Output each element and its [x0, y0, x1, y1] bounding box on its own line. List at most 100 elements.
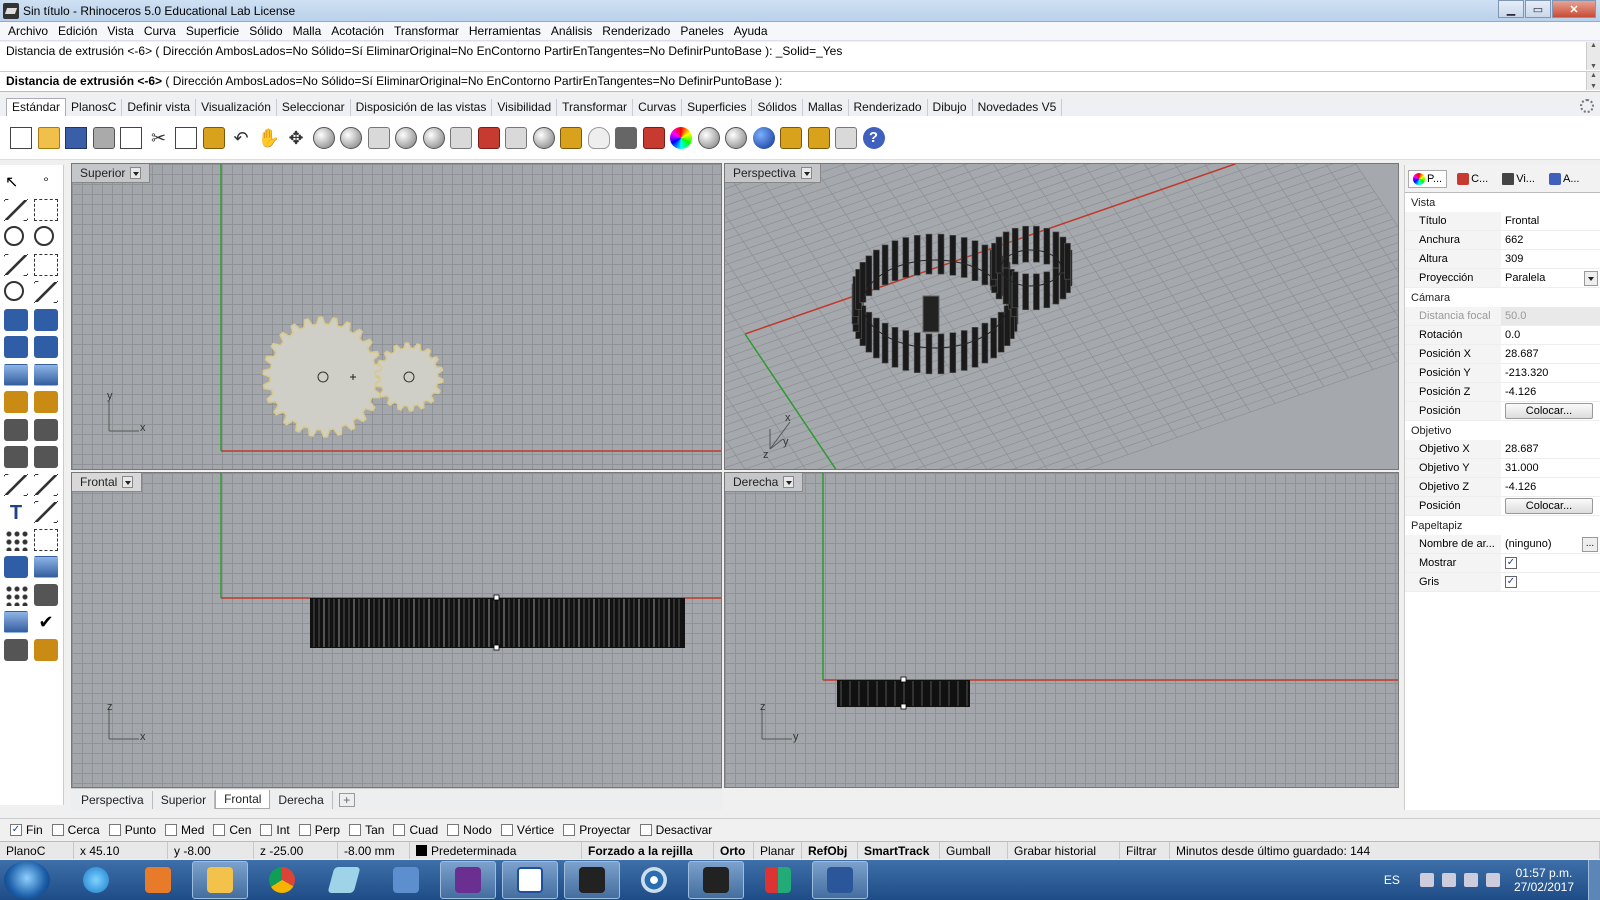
new-file-icon[interactable] [10, 126, 32, 149]
osnap-9[interactable]: Nodo [447, 823, 492, 837]
status-cplane[interactable]: PlanoC [0, 842, 74, 859]
zoom-window-icon[interactable] [340, 126, 362, 149]
osnap-checkbox[interactable] [165, 823, 178, 836]
menu-ayuda[interactable]: Ayuda [729, 24, 773, 38]
tab-mallas[interactable]: Mallas [803, 99, 849, 116]
align-icon[interactable] [34, 583, 58, 606]
grid-icon[interactable] [34, 556, 58, 578]
menu-transformar[interactable]: Transformar [389, 24, 464, 38]
viewport-label-perspectiva[interactable]: Perspectiva [725, 164, 821, 183]
minimize-button[interactable]: ▁ [1498, 0, 1524, 18]
prop-row-posz[interactable]: Posición Z -4.126 [1405, 383, 1600, 402]
circle-icon[interactable] [4, 226, 24, 246]
prop-row-altura[interactable]: Altura 309 [1405, 250, 1600, 269]
viewport-label-superior[interactable]: Superior [72, 164, 151, 183]
osnap-checkbox[interactable] [447, 823, 460, 836]
command-history-scrollbar[interactable]: ▲ ▼ [1586, 42, 1600, 70]
offset-icon[interactable] [4, 473, 28, 496]
select-lights-icon[interactable] [505, 126, 527, 149]
prop-row-proyeccion[interactable]: Proyección Paralela [1405, 269, 1600, 288]
taskbar-app8[interactable] [502, 861, 558, 899]
taskbar-media[interactable] [130, 861, 186, 899]
mostrar-checkbox[interactable]: ✓ [1505, 557, 1517, 569]
tab-novedades-v5[interactable]: Novedades V5 [973, 99, 1063, 116]
point-icon[interactable]: ∘ [34, 171, 58, 193]
menu-paneles[interactable]: Paneles [675, 24, 728, 38]
prop-row-gris[interactable]: Gris ✓ [1405, 573, 1600, 592]
menu-analisis[interactable]: Análisis [546, 24, 597, 38]
prop-value-posy[interactable]: -213.320 [1501, 364, 1600, 382]
prop-value-posz[interactable]: -4.126 [1501, 383, 1600, 401]
osnap-checkbox[interactable] [349, 823, 362, 836]
taskbar-app12[interactable] [750, 861, 806, 899]
zoom-selected-icon[interactable] [395, 126, 417, 149]
taskbar-app6[interactable] [378, 861, 434, 899]
chevron-down-icon[interactable] [800, 167, 812, 179]
panel-tab-help[interactable]: A... [1545, 171, 1584, 187]
menu-acotacion[interactable]: Acotación [326, 24, 389, 38]
tab-solidos[interactable]: Sólidos [752, 99, 803, 116]
tray-volume-icon[interactable] [1485, 873, 1500, 887]
tab-seleccionar[interactable]: Seleccionar [277, 99, 351, 116]
curve-cv-icon[interactable] [34, 198, 58, 221]
cplane-icon[interactable] [532, 126, 555, 149]
vptab-frontal[interactable]: Frontal [215, 790, 271, 809]
extruded-gears-3d[interactable] [851, 225, 1073, 375]
page-layout-icon[interactable] [120, 126, 142, 149]
status-osnap[interactable]: RefObj [802, 842, 858, 859]
rectangle-icon[interactable] [34, 253, 58, 276]
extrude-surface-icon[interactable] [34, 308, 58, 331]
point-grid-icon[interactable] [4, 583, 28, 606]
taskbar-app10[interactable] [626, 861, 682, 899]
gear-side-elevation[interactable] [837, 680, 970, 707]
osnap-checkbox[interactable] [393, 823, 406, 836]
tab-superficies[interactable]: Superficies [682, 99, 753, 116]
status-grid-snap[interactable]: Forzado a la rejilla [582, 842, 714, 859]
prop-row-rotacion[interactable]: Rotación 0.0 [1405, 326, 1600, 345]
prop-row-posx[interactable]: Posición X 28.687 [1405, 345, 1600, 364]
tab-dibujo[interactable]: Dibujo [928, 99, 973, 116]
status-planar[interactable]: Planar [754, 842, 802, 859]
command-prompt-scrollbar[interactable]: ▲ ▼ [1586, 72, 1600, 90]
target-place-button[interactable]: Colocar... [1505, 498, 1593, 514]
control-point-top[interactable] [493, 594, 500, 601]
shaded-sphere-icon[interactable] [697, 126, 720, 149]
prop-row-mostrar[interactable]: Mostrar ✓ [1405, 554, 1600, 573]
arc-icon[interactable] [4, 253, 28, 276]
osnap-checkbox[interactable] [108, 823, 121, 836]
osnap-3[interactable]: Med [165, 823, 204, 837]
text-icon[interactable]: T [4, 501, 28, 524]
viewport-perspectiva[interactable]: Perspectiva x y z [724, 163, 1399, 470]
osnap-checkbox[interactable] [260, 823, 273, 836]
print-icon[interactable] [92, 126, 115, 149]
taskbar-ie[interactable] [68, 861, 124, 899]
object-snap-icon[interactable] [560, 126, 582, 149]
menu-renderizado[interactable]: Renderizado [597, 24, 675, 38]
osnap-4[interactable]: Cen [213, 823, 251, 837]
taskbar-rhino-1[interactable] [564, 861, 620, 899]
move-view-icon[interactable]: ✥ [285, 127, 307, 149]
layers-icon[interactable] [642, 126, 665, 149]
open-folder-icon[interactable] [37, 126, 60, 149]
prop-value-anchura[interactable]: 662 [1501, 231, 1600, 249]
panel-tab-layers[interactable]: C... [1453, 171, 1492, 187]
show-desktop-button[interactable] [1588, 860, 1600, 900]
prop-row-anchura[interactable]: Anchura 662 [1405, 231, 1600, 250]
menu-solido[interactable]: Sólido [244, 24, 287, 38]
tab-disposicion-vistas[interactable]: Disposición de las vistas [351, 99, 493, 116]
polygon-icon[interactable] [4, 281, 24, 301]
osnap-checkbox[interactable] [51, 823, 64, 836]
osnap-checkbox[interactable] [298, 823, 311, 836]
prop-row-objz[interactable]: Objetivo Z -4.126 [1405, 478, 1600, 497]
vptab-derecha[interactable]: Derecha [270, 790, 333, 809]
menu-edicion[interactable]: Edición [53, 24, 102, 38]
trim-icon[interactable] [4, 418, 28, 441]
osnap-checkbox[interactable] [563, 823, 576, 836]
language-indicator[interactable]: ES [1384, 873, 1400, 887]
viewport-label-frontal[interactable]: Frontal [72, 473, 143, 492]
osnap-2[interactable]: Punto [108, 823, 156, 837]
prop-value-archivo[interactable]: (ninguno)... [1501, 535, 1600, 553]
command-prompt[interactable]: Distancia de extrusión <-6> ( Dirección … [0, 72, 1600, 92]
chevron-down-icon[interactable] [783, 476, 795, 488]
prop-row-archivo[interactable]: Nombre de ar... (ninguno)... [1405, 535, 1600, 554]
